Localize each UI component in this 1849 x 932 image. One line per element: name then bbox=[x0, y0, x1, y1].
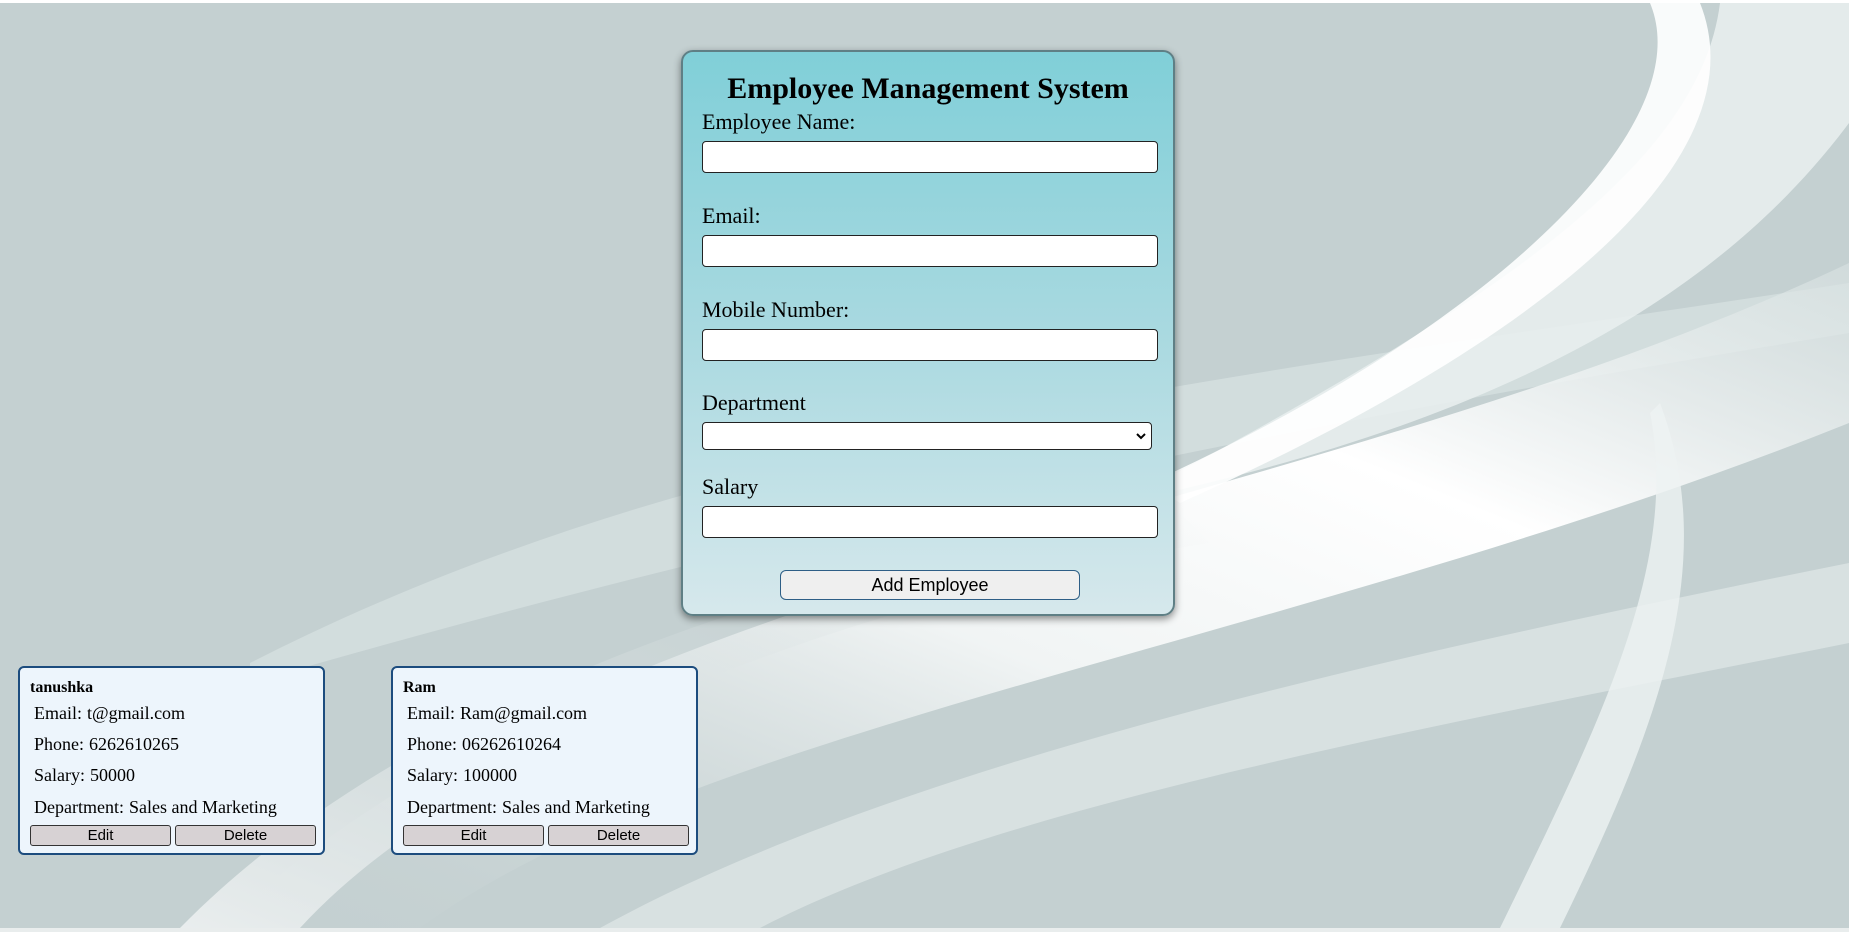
employee-email: Email: t@gmail.com bbox=[34, 703, 186, 723]
mobile-number-input[interactable] bbox=[702, 329, 1158, 361]
department-label: Department bbox=[702, 390, 806, 415]
employee-email: Email: Ram@gmail.com bbox=[407, 703, 588, 723]
employee-card: tanushka Email: t@gmail.com Phone: 6262610… bbox=[18, 666, 325, 855]
salary-input[interactable] bbox=[702, 506, 1158, 538]
employee-name-label: Employee Name: bbox=[702, 109, 856, 134]
employee-department: Department: Sales and Marketing bbox=[34, 797, 277, 817]
salary-label: Salary bbox=[702, 474, 759, 499]
delete-button[interactable]: Delete bbox=[548, 825, 689, 846]
form-title: Employee Management System bbox=[727, 72, 1129, 105]
mobile-number-label: Mobile Number: bbox=[702, 297, 850, 322]
department-select[interactable] bbox=[702, 422, 1152, 450]
employee-salary: Salary: 100000 bbox=[407, 765, 517, 785]
employee-name: Ram bbox=[403, 679, 436, 696]
employee-card: Ram Email: Ram@gmail.com Phone: 0626261026… bbox=[391, 666, 698, 855]
add-employee-button[interactable]: Add Employee bbox=[780, 570, 1080, 600]
employee-salary: Salary: 50000 bbox=[34, 765, 135, 785]
email-input[interactable] bbox=[702, 235, 1158, 267]
employee-name: tanushka bbox=[30, 679, 94, 696]
employee-phone: Phone: 6262610265 bbox=[34, 734, 180, 754]
bottom-border bbox=[0, 928, 1849, 932]
employee-phone: Phone: 06262610264 bbox=[407, 734, 562, 754]
chevron-down-icon bbox=[1135, 429, 1147, 447]
employee-department: Department: Sales and Marketing bbox=[407, 797, 650, 817]
delete-button[interactable]: Delete bbox=[175, 825, 316, 846]
employee-name-input[interactable] bbox=[702, 141, 1158, 173]
employee-form-card: Employee Management System Employee Name… bbox=[681, 50, 1175, 616]
edit-button[interactable]: Edit bbox=[30, 825, 171, 846]
edit-button[interactable]: Edit bbox=[403, 825, 544, 846]
email-label: Email: bbox=[702, 203, 761, 228]
